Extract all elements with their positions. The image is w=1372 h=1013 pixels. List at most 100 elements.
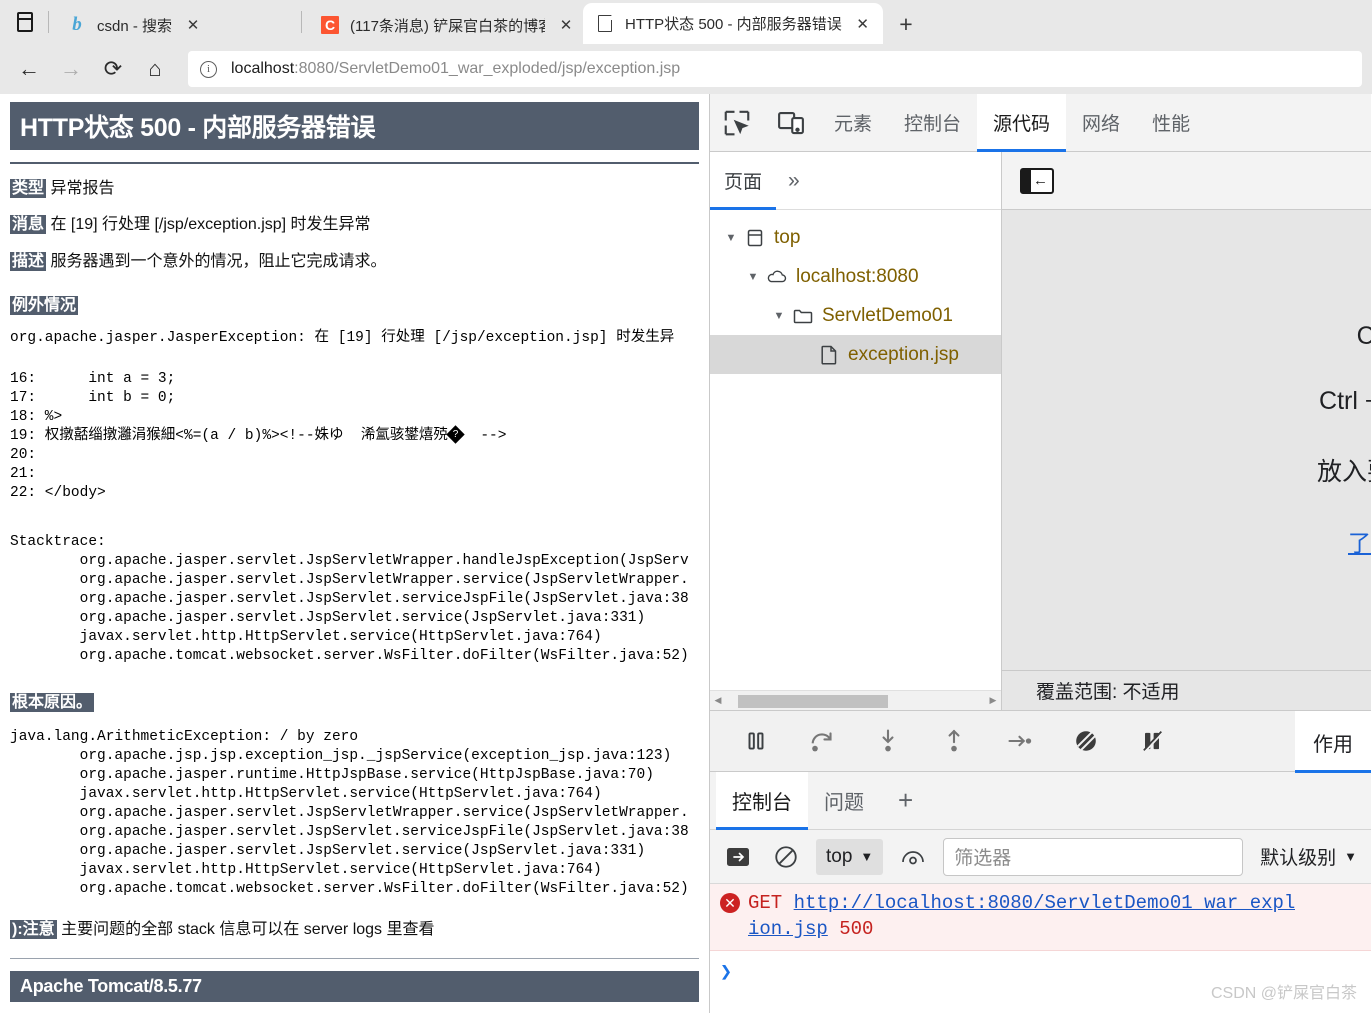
address-bar-path: :8080/ServletDemo01_war_exploded/jsp/exc… (294, 60, 681, 77)
scrollbar-track[interactable] (726, 694, 985, 708)
pause-on-exceptions-icon[interactable] (1132, 721, 1172, 761)
navigation-bar: ← → ⟳ ⌂ i localhost:8080/ServletDemo01_w… (0, 44, 1372, 94)
clear-console-icon[interactable] (768, 839, 804, 875)
inspect-element-icon[interactable] (710, 94, 764, 152)
sources-navigator: 页面 » ▼ top ▼ localhost:8080 ▼ ServletDem… (710, 152, 1002, 710)
learn-more-link[interactable]: 了解关 (1348, 524, 1371, 558)
drawer-tab-console[interactable]: 控制台 (716, 771, 808, 830)
source-line-17: 17: int b = 0; (10, 390, 176, 407)
browser-tab-2[interactable]: C (117条消息) 铲屎官白茶的博客_C ✕ (308, 6, 583, 44)
devtools-tab-performance[interactable]: 性能 (1136, 94, 1206, 152)
root-cause-heading: 根本原因。 (10, 688, 699, 713)
site-info-icon[interactable]: i (200, 60, 217, 78)
debugger-toolbar: 作用 (710, 710, 1371, 773)
console-filter-placeholder: 筛选器 (954, 848, 1012, 869)
source-line-19-prefix: 19: 权撴嚭缁撴灉涓猴細<%=(a / b)%><!--姝ゆ 浠氳骇鐢熺殑 (10, 428, 448, 445)
tree-node-top[interactable]: ▼ top (710, 218, 1001, 257)
root-cause-line: javax.servlet.http.HttpServlet.service(H… (10, 862, 602, 879)
add-drawer-tab-button[interactable]: + (880, 785, 931, 816)
close-tab-1-button[interactable]: ✕ (182, 14, 204, 36)
reload-button[interactable]: ⟳ (94, 50, 132, 88)
tab-divider (301, 11, 302, 33)
pause-resume-icon[interactable] (736, 721, 776, 761)
document-icon (595, 14, 615, 34)
tree-node-file-exception-jsp[interactable]: exception.jsp (710, 335, 1001, 374)
console-level-selector[interactable]: 默认级别 ▼ (1260, 843, 1361, 870)
step-into-icon[interactable] (868, 721, 908, 761)
drawer-tabs: 控制台 问题 + (710, 771, 1371, 830)
device-toolbar-icon[interactable] (764, 94, 818, 152)
console-error-url-wrap[interactable]: ion.jsp (748, 918, 828, 940)
scroll-left-icon[interactable]: ◀ (710, 695, 726, 706)
navigator-horizontal-scrollbar[interactable]: ◀ ▶ (710, 690, 1001, 710)
exception-heading-label: 例外情况 (10, 296, 79, 316)
navigator-more-icon[interactable]: » (776, 152, 812, 210)
collapse-sidebar-icon[interactable]: ← (1020, 167, 1054, 194)
title-divider (10, 162, 699, 164)
stacktrace-line: javax.servlet.http.HttpServlet.service(H… (10, 629, 602, 646)
devtools-drawer: 控制台 问题 + top ▼ 筛选器 默认级别 ▼ ✕ GET http://l… (710, 771, 1371, 1013)
csdn-watermark: CSDN @铲屎官白茶 (1210, 985, 1357, 1002)
editor-placeholder: Ctrl + Ctrl + Sh 放入要添 了解关 (1002, 210, 1371, 670)
tomcat-version-footer: Apache Tomcat/8.5.77 (10, 970, 699, 1002)
browser-tab-3[interactable]: HTTP状态 500 - 内部服务器错误 ✕ (583, 3, 883, 44)
frame-icon (742, 228, 768, 248)
footer-divider (10, 957, 699, 959)
browser-tab-1[interactable]: b csdn - 搜索 ✕ (55, 6, 295, 44)
tab-search-icon[interactable] (8, 0, 42, 44)
deactivate-breakpoints-icon[interactable] (1066, 721, 1106, 761)
console-error-url[interactable]: http://localhost:8080/ServletDemo01_war_… (794, 892, 1296, 914)
sources-editor: ← Ctrl + Ctrl + Sh 放入要添 了解关 覆盖范围: 不适用 (1002, 152, 1371, 710)
scroll-right-icon[interactable]: ▶ (985, 695, 1001, 706)
source-snippet: 16: int a = 3; 17: int b = 0; 18: %> 19:… (10, 370, 699, 503)
chevron-down-icon[interactable]: ▼ (742, 271, 764, 283)
devtools-tab-network[interactable]: 网络 (1066, 94, 1136, 152)
devtools-tab-sources[interactable]: 源代码 (977, 94, 1067, 152)
root-cause-line: org.apache.jsp.jsp.exception_jsp._jspSer… (10, 748, 672, 765)
root-cause-line: org.apache.jasper.servlet.JspServletWrap… (10, 805, 689, 822)
console-error-text: GET http://localhost:8080/ServletDemo01_… (748, 890, 1295, 942)
console-context-selector[interactable]: top ▼ (816, 838, 884, 875)
console-level-value: 默认级别 (1260, 848, 1337, 869)
shortcut-hint-1: Ctrl + (1356, 322, 1371, 350)
browser-tab-2-title: (117条消息) 铲屎官白茶的博客_C (350, 17, 545, 35)
root-cause-line: org.apache.jasper.servlet.JspServlet.ser… (10, 824, 689, 841)
home-button[interactable]: ⌂ (136, 50, 174, 88)
console-error-message[interactable]: ✕ GET http://localhost:8080/ServletDemo0… (710, 884, 1371, 951)
console-filter-input[interactable]: 筛选器 (943, 837, 1244, 876)
new-tab-button[interactable]: + (889, 7, 923, 41)
scrollbar-thumb[interactable] (738, 694, 888, 708)
note-line: ):注意 主要问题的全部 stack 信息可以在 server logs 里查看 (10, 919, 699, 941)
close-tab-3-button[interactable]: ✕ (852, 13, 874, 35)
tree-node-folder[interactable]: ▼ ServletDemo01 (710, 296, 1001, 335)
tree-node-top-label: top (774, 226, 801, 248)
chevron-down-icon[interactable]: ▼ (720, 232, 742, 244)
console-error-method: GET (748, 892, 783, 914)
note-label: ):注意 (10, 920, 57, 940)
devtools-tab-elements[interactable]: 元素 (818, 94, 888, 152)
tree-node-origin[interactable]: ▼ localhost:8080 (710, 257, 1001, 296)
address-bar[interactable]: i localhost:8080/ServletDemo01_war_explo… (188, 51, 1362, 87)
drawer-tab-issues[interactable]: 问题 (808, 772, 880, 830)
close-tab-2-button[interactable]: ✕ (555, 14, 577, 36)
step-over-icon[interactable] (802, 721, 842, 761)
root-cause-line: javax.servlet.http.HttpServlet.service(H… (10, 786, 602, 803)
step-icon[interactable] (1000, 721, 1040, 761)
live-expression-icon[interactable] (895, 839, 931, 875)
stacktrace-line: org.apache.tomcat.websocket.server.WsFil… (10, 648, 689, 665)
shortcut-hint-3: 放入要添 (1316, 458, 1371, 486)
navigator-tab-page[interactable]: 页面 (710, 152, 777, 210)
note-text: 主要问题的全部 stack 信息可以在 server logs 里查看 (56, 921, 435, 939)
address-bar-host: localhost (231, 60, 295, 77)
console-sidebar-icon[interactable] (720, 839, 756, 875)
forward-button[interactable]: → (52, 50, 90, 88)
step-out-icon[interactable] (934, 721, 974, 761)
page-title: HTTP状态 500 - 内部服务器错误 (10, 102, 699, 150)
chevron-down-icon[interactable]: ▼ (768, 310, 790, 322)
back-button[interactable]: ← (10, 50, 48, 88)
stacktrace-line: org.apache.jasper.servlet.JspServlet.ser… (10, 591, 689, 608)
devtools-tab-console[interactable]: 控制台 (888, 94, 977, 152)
tree-node-file-label: exception.jsp (848, 343, 959, 365)
debugger-tab-scope[interactable]: 作用 (1295, 711, 1371, 773)
file-icon (816, 344, 842, 366)
